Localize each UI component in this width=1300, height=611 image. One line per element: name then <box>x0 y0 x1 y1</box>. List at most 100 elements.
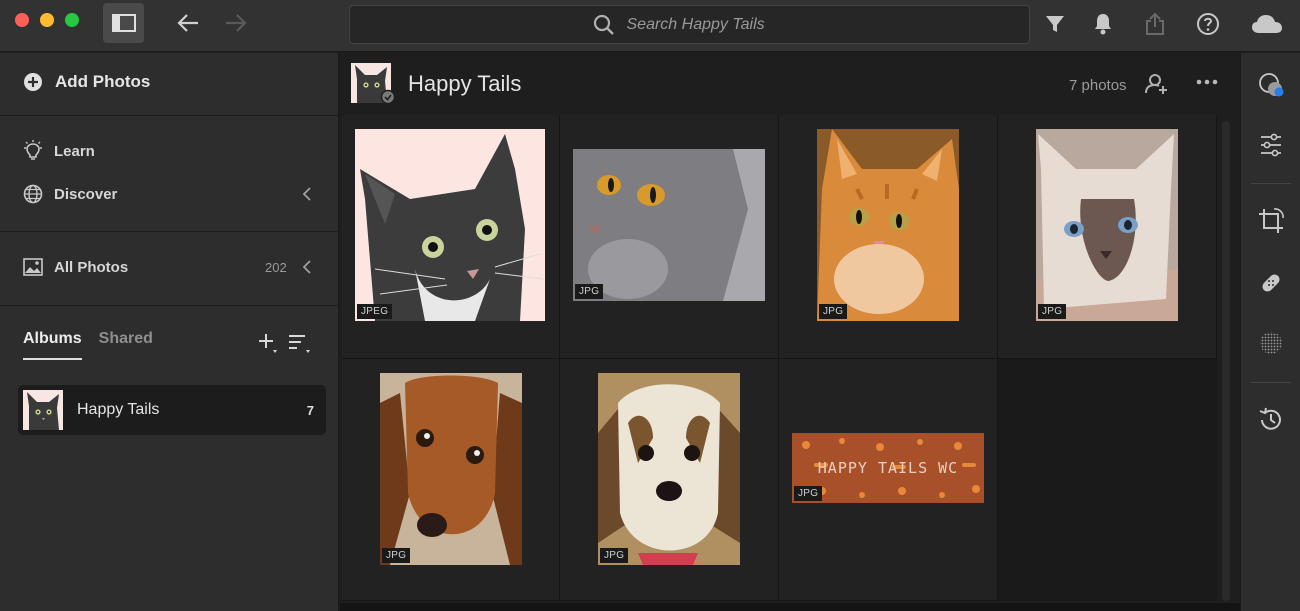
chevron-left-icon[interactable] <box>302 187 312 201</box>
zoom-window-button[interactable] <box>65 13 79 27</box>
add-people-icon[interactable] <box>1145 72 1169 96</box>
history-icon <box>1259 407 1281 430</box>
dachshund-photo <box>380 373 522 565</box>
edit-panel <box>1240 53 1300 611</box>
divider <box>0 305 339 306</box>
version-history-button[interactable] <box>1256 405 1286 435</box>
minimize-window-button[interactable] <box>40 13 54 27</box>
file-type-badge: JPG <box>382 548 411 563</box>
album-name: Happy Tails <box>77 401 160 418</box>
more-options-icon[interactable] <box>1196 79 1218 85</box>
photo-icon <box>23 258 43 276</box>
texture-button[interactable] <box>1256 328 1286 358</box>
search-bar[interactable] <box>349 5 1030 44</box>
texture-icon <box>1260 332 1282 354</box>
sidebar-item-label: All Photos <box>54 258 129 276</box>
cat-illustration <box>355 129 545 321</box>
photo-count: 7 photos <box>1069 77 1127 94</box>
photo-cell[interactable]: JPG <box>560 359 779 601</box>
forward-arrow-icon <box>226 14 247 32</box>
file-type-badge: JPG <box>575 284 604 299</box>
photo-thumbnail-banner[interactable]: HAPPY TAILS WC JPG <box>792 433 984 503</box>
photo-cell[interactable]: JPEG <box>342 115 560 359</box>
photo-cell[interactable]: HAPPY TAILS WC JPG <box>779 359 998 601</box>
back-arrow-icon <box>177 14 198 32</box>
sidebar-toggle-icon <box>111 14 136 32</box>
share-button[interactable] <box>1141 10 1169 38</box>
cloud-icon <box>1252 15 1282 33</box>
photo-cell[interactable]: JPG <box>998 115 1217 359</box>
edit-sliders-button[interactable] <box>1256 130 1286 160</box>
orange-cat-photo <box>817 129 959 321</box>
masking-button[interactable] <box>1256 70 1286 100</box>
notifications-button[interactable] <box>1089 10 1117 38</box>
album-cover-thumbnail <box>351 63 395 105</box>
healing-button[interactable] <box>1256 268 1286 298</box>
sliders-icon <box>1261 133 1281 157</box>
album-tabs: Albums Shared <box>23 330 153 360</box>
photo-cell[interactable]: JPG <box>779 115 998 359</box>
help-icon <box>1197 13 1219 35</box>
photo-thumbnail-shih-tzu[interactable]: JPG <box>598 373 740 565</box>
photo-thumbnail-illustrated-cat[interactable]: JPEG <box>355 129 545 321</box>
globe-icon <box>23 184 43 204</box>
grey-cat-photo <box>573 149 765 301</box>
file-type-badge: JPG <box>819 304 848 319</box>
close-window-button[interactable] <box>15 13 29 27</box>
filmstrip-edge <box>340 603 1240 611</box>
album-title: Happy Tails <box>408 71 522 96</box>
sidebar-toggle-button[interactable] <box>103 3 144 43</box>
help-button[interactable] <box>1194 10 1222 38</box>
divider <box>0 115 339 116</box>
shih-tzu-photo <box>598 373 740 565</box>
cloud-sync-button[interactable] <box>1250 10 1284 38</box>
back-button[interactable] <box>170 8 206 38</box>
chevron-left-icon[interactable] <box>302 260 312 274</box>
filter-button[interactable] <box>1041 10 1069 38</box>
crop-icon <box>1259 208 1284 233</box>
siamese-kitten-photo <box>1036 129 1178 321</box>
sidebar-item-label: Learn <box>54 142 95 160</box>
album-item-happy-tails[interactable]: Happy Tails 7 <box>18 385 326 435</box>
photo-thumbnail-grey-cat[interactable]: JPG <box>573 149 765 301</box>
sidebar-item-label: Discover <box>54 185 118 203</box>
bell-icon <box>1095 14 1111 35</box>
album-count: 7 <box>306 402 314 418</box>
tab-shared[interactable]: Shared <box>99 330 153 360</box>
forward-button[interactable] <box>218 8 254 38</box>
photo-thumbnail-siamese-kitten[interactable]: JPG <box>1036 129 1178 321</box>
tab-albums[interactable]: Albums <box>23 330 82 360</box>
sidebar-item-all-photos[interactable]: All Photos 202 <box>0 253 339 281</box>
sidebar-item-learn[interactable]: Learn <box>0 137 339 165</box>
photo-thumbnail-dachshund[interactable]: JPG <box>380 373 522 565</box>
divider <box>1251 382 1291 383</box>
main-content: Happy Tails 7 photos JPEG JPG JPG JPG JP… <box>340 53 1240 611</box>
album-thumbnail <box>23 390 63 430</box>
add-photos-label: Add Photos <box>55 72 151 91</box>
photo-thumbnail-orange-cat[interactable]: JPG <box>817 129 959 321</box>
scrollbar[interactable] <box>1222 121 1230 601</box>
all-photos-count: 202 <box>265 259 287 275</box>
mask-icon <box>1259 73 1284 97</box>
file-type-badge: JPG <box>600 548 629 563</box>
share-icon <box>1146 12 1164 35</box>
photo-grid: JPEG JPG JPG JPG JPG JPG HAPPY TAILS WC … <box>342 115 1217 601</box>
divider <box>1251 183 1291 184</box>
add-circle-icon <box>24 73 42 91</box>
add-album-icon[interactable] <box>257 332 279 354</box>
search-input[interactable] <box>626 15 787 34</box>
sort-icon[interactable] <box>288 333 312 355</box>
file-type-badge: JPG <box>1038 304 1067 319</box>
file-type-badge: JPG <box>794 486 823 501</box>
empty-grid-area <box>998 359 1217 601</box>
photo-cell[interactable]: JPG <box>342 359 560 601</box>
sidebar: Add Photos Learn Discover All Photos 202 <box>0 53 339 611</box>
title-bar <box>0 0 1300 52</box>
divider <box>0 231 339 232</box>
add-photos-button[interactable]: Add Photos <box>0 67 339 97</box>
lightbulb-icon <box>24 140 42 160</box>
photo-cell[interactable]: JPG <box>560 115 779 359</box>
filter-icon <box>1046 16 1064 32</box>
sidebar-item-discover[interactable]: Discover <box>0 180 339 208</box>
crop-button[interactable] <box>1256 206 1286 236</box>
